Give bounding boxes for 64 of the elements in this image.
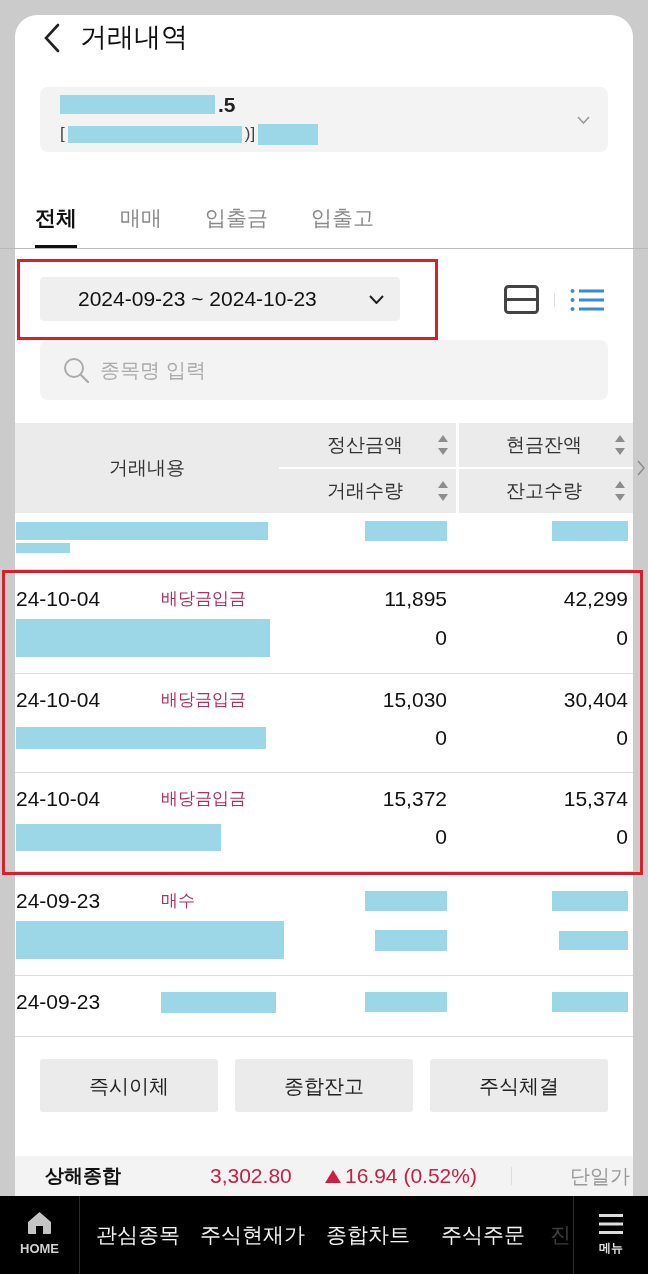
redaction-block — [16, 543, 70, 553]
amount-text: 15,372 — [382, 786, 447, 812]
date-text: 24-10-04 — [16, 786, 102, 812]
search-field[interactable]: 종목명 입력 — [40, 340, 608, 400]
chevron-down-icon — [577, 115, 590, 124]
account-selector[interactable]: .5 [ )] — [40, 87, 608, 152]
holding-text: 0 — [616, 824, 628, 850]
balance-text: 15,374 — [563, 786, 628, 812]
search-icon — [63, 357, 89, 383]
quantity-text: 0 — [435, 725, 447, 751]
date-range-dropdown[interactable]: 2024-09-23 ~ 2024-10-23 — [40, 277, 400, 321]
amount-text: 15,030 — [382, 687, 447, 713]
transaction-type: 배당금입금 — [161, 689, 246, 711]
nav-tab[interactable]: 주식주문 — [425, 1219, 540, 1251]
index-value: 3,302.80 — [210, 1163, 293, 1190]
chevron-right-icon — [636, 460, 645, 476]
nav-tab[interactable]: 주식현재가 — [195, 1219, 310, 1251]
home-icon — [27, 1211, 52, 1236]
list-view-icon[interactable] — [570, 287, 604, 312]
balance-text: 42,299 — [563, 586, 628, 612]
transaction-row[interactable]: 24-09-23 매수 — [15, 875, 633, 976]
transaction-type: 매수 — [161, 890, 195, 912]
page-title: 거래내역 — [80, 21, 188, 54]
action-button[interactable]: 주식체결 — [430, 1059, 608, 1112]
column-header[interactable]: 정산금액 — [279, 423, 456, 467]
index-change: 16.94 (0.52%) — [345, 1163, 477, 1190]
date-text: 24-09-23 — [16, 989, 102, 1015]
tab[interactable]: 매매 — [120, 190, 162, 248]
redaction-block — [375, 929, 447, 951]
holding-text: 0 — [616, 625, 628, 651]
menu-icon — [599, 1213, 623, 1234]
nav-tab[interactable]: 관심종목 — [80, 1219, 195, 1251]
column-header[interactable]: 잔고수량 — [459, 469, 633, 513]
quantity-text: 0 — [435, 625, 447, 651]
date-text: 24-10-04 — [16, 586, 102, 612]
redaction-block — [258, 124, 319, 145]
column-header[interactable]: 현금잔액 — [459, 423, 633, 467]
date-text: 24-09-23 — [16, 888, 102, 914]
balance-text: 30,404 — [563, 687, 628, 713]
session-label: 단일가 — [570, 1164, 630, 1189]
tab[interactable]: 전체 — [35, 190, 77, 248]
transaction-row[interactable]: 24-10-04 배당금입금 15,030 30,404 0 0 — [15, 674, 633, 773]
action-button[interactable]: 종합잔고 — [235, 1059, 413, 1112]
action-button[interactable]: 즉시이체 — [40, 1059, 218, 1112]
account-text: .5 — [218, 91, 236, 118]
back-icon[interactable] — [42, 22, 62, 53]
transaction-type: 배당금입금 — [161, 588, 246, 610]
redaction-block — [559, 930, 628, 950]
account-text: )] — [244, 124, 256, 145]
transaction-row[interactable]: 24-10-04 배당금입금 11,895 42,299 0 0 — [15, 573, 633, 674]
column-header: 거래내용 — [15, 423, 279, 513]
quantity-text: 0 — [435, 824, 447, 850]
split-view-icon[interactable] — [504, 285, 539, 314]
column-header[interactable]: 거래수량 — [279, 469, 456, 513]
chevron-down-icon — [369, 294, 384, 304]
transaction-row[interactable]: 24-09-23 — [15, 976, 633, 1037]
transaction-type: 배당금입금 — [161, 788, 246, 810]
amount-text: 11,895 — [384, 586, 447, 612]
account-text: [ — [60, 124, 65, 145]
holding-text: 0 — [616, 725, 628, 751]
transaction-row[interactable]: 24-10-04 배당금입금 15,372 15,374 0 0 — [15, 773, 633, 872]
nav-tab[interactable]: 종합차트 — [310, 1219, 425, 1251]
index-name: 상해종합 — [45, 1163, 122, 1188]
date-text: 24-10-04 — [16, 687, 102, 713]
